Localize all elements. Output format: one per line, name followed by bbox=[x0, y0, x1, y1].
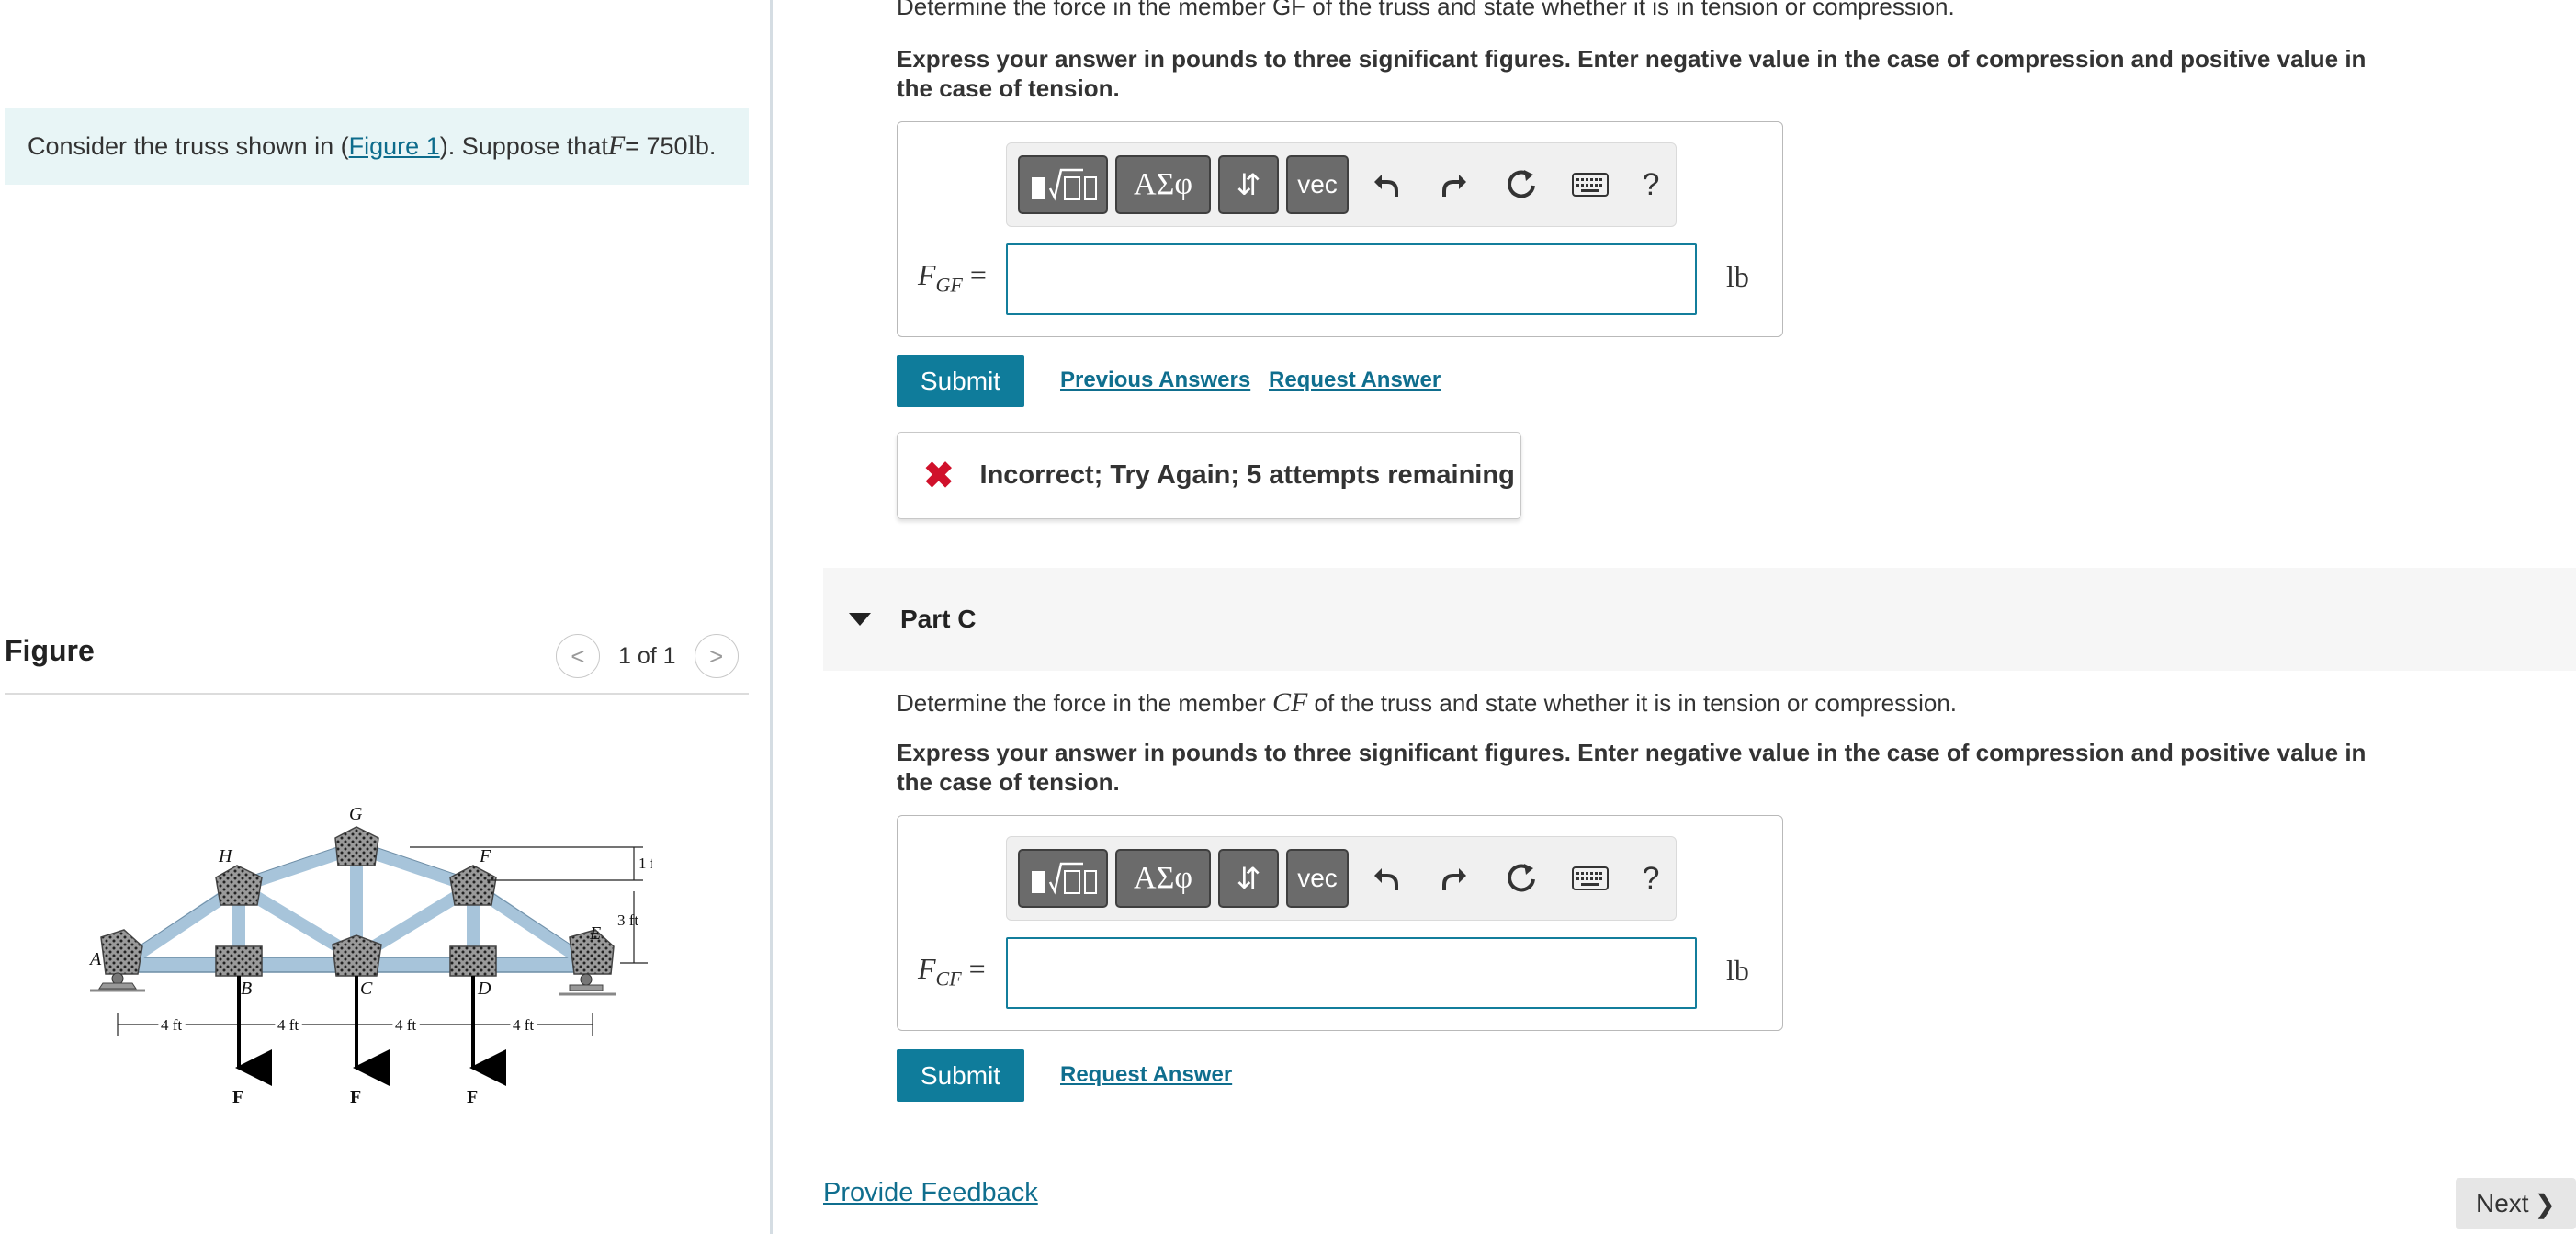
intro-end: . bbox=[708, 131, 717, 160]
chevron-right-icon: > bbox=[708, 641, 724, 670]
node-label-a: A bbox=[88, 949, 102, 969]
figure-title: Figure bbox=[5, 634, 95, 667]
undo-button[interactable] bbox=[1356, 155, 1417, 214]
dim-label-3ft: 3 ft bbox=[617, 911, 638, 929]
undo-icon bbox=[1374, 868, 1398, 890]
keyboard-icon bbox=[1572, 173, 1609, 197]
error-x-icon: ✖ bbox=[923, 455, 955, 496]
part-c-question: Determine the force in the member CF of … bbox=[897, 687, 1957, 718]
part-c-field-label: FCF = bbox=[918, 952, 986, 991]
intro-unit: lb bbox=[687, 130, 709, 161]
greek-symbols-button[interactable]: ΑΣφ bbox=[1115, 155, 1211, 214]
templates-icon bbox=[1032, 862, 1097, 895]
undo-icon bbox=[1374, 175, 1398, 197]
arrows-button[interactable]: ⇵ bbox=[1218, 155, 1279, 214]
feedback-message: Incorrect; Try Again; 5 attempts remaini… bbox=[979, 460, 1515, 490]
greek-symbols-button[interactable]: ΑΣφ bbox=[1115, 849, 1211, 908]
chevron-right-icon: ❯ bbox=[2534, 1189, 2557, 1218]
load-label-1: F bbox=[232, 1087, 243, 1107]
load-label-2: F bbox=[350, 1087, 361, 1107]
part-b-answer-input[interactable] bbox=[1006, 243, 1697, 315]
templates-button[interactable] bbox=[1018, 155, 1108, 214]
part-c-answer-input[interactable] bbox=[1006, 937, 1697, 1009]
intro-text-middle: ). Suppose that bbox=[439, 131, 608, 160]
reset-icon bbox=[1508, 864, 1535, 892]
vector-button[interactable]: vec bbox=[1286, 849, 1349, 908]
roller-support bbox=[559, 973, 616, 996]
part-b-math-toolbar: ΑΣφ ⇵ vec ? bbox=[1006, 142, 1677, 227]
provide-feedback-link[interactable]: Provide Feedback bbox=[823, 1178, 1038, 1208]
figure-pager: < 1 of 1 > bbox=[556, 634, 739, 678]
reset-icon bbox=[1508, 170, 1535, 198]
keyboard-button[interactable] bbox=[1560, 849, 1621, 908]
part-c-instructions: Express your answer in pounds to three s… bbox=[897, 739, 2367, 796]
intro-variable: F bbox=[607, 130, 626, 161]
dim-label-4ft-2: 4 ft bbox=[277, 1016, 299, 1034]
dim-label-4ft-3: 4 ft bbox=[395, 1016, 416, 1034]
part-c-header[interactable]: Part C bbox=[823, 568, 2576, 671]
incorrect-feedback: ✖ Incorrect; Try Again; 5 attempts remai… bbox=[897, 432, 1521, 519]
pin-support bbox=[90, 972, 145, 992]
intro-equals: = 750 bbox=[625, 131, 688, 160]
part-b-unit: lb bbox=[1726, 260, 1749, 293]
undo-button[interactable] bbox=[1356, 849, 1417, 908]
part-b-submit-button[interactable]: Submit bbox=[897, 355, 1024, 407]
next-label: Next bbox=[2475, 1189, 2529, 1217]
reset-button[interactable] bbox=[1492, 849, 1553, 908]
part-b-answer-box: ΑΣφ ⇵ vec ? FGF = lb bbox=[897, 121, 1783, 337]
redo-button[interactable] bbox=[1424, 849, 1485, 908]
templates-button[interactable] bbox=[1018, 849, 1108, 908]
part-c-request-answer-link[interactable]: Request Answer bbox=[1060, 1062, 1232, 1088]
node-label-h: H bbox=[218, 846, 233, 866]
truss-figure: G H F A E B C D 1 ft 3 ft 4 ft bbox=[88, 804, 652, 1107]
part-c-submit-button[interactable]: Submit bbox=[897, 1049, 1024, 1102]
part-b-field-label: FGF = bbox=[918, 258, 987, 297]
vector-button[interactable]: vec bbox=[1286, 155, 1349, 214]
intro-text: Consider the truss shown in ( bbox=[28, 131, 349, 160]
part-b-instructions: Express your answer in pounds to three s… bbox=[897, 45, 2367, 102]
question-panel: Determine the force in the member GF of … bbox=[773, 0, 2576, 1234]
load-label-3: F bbox=[467, 1087, 478, 1107]
redo-icon bbox=[1442, 175, 1466, 197]
problem-panel: Consider the truss shown in (Figure 1). … bbox=[0, 0, 772, 1234]
figure-divider bbox=[5, 693, 749, 695]
dim-label-4ft-4: 4 ft bbox=[513, 1016, 534, 1034]
problem-statement: Consider the truss shown in (Figure 1). … bbox=[5, 108, 749, 185]
figure-next-button[interactable]: > bbox=[694, 634, 739, 678]
previous-answers-link[interactable]: Previous Answers bbox=[1060, 368, 1250, 393]
keyboard-icon bbox=[1572, 866, 1609, 890]
node-label-g: G bbox=[349, 804, 363, 824]
part-b-question: Determine the force in the member GF of … bbox=[897, 0, 1955, 20]
redo-icon bbox=[1442, 868, 1466, 890]
part-c-math-toolbar: ΑΣφ ⇵ vec ? bbox=[1006, 836, 1677, 921]
chevron-left-icon: < bbox=[571, 641, 585, 670]
help-button[interactable]: ? bbox=[1628, 861, 1674, 897]
keyboard-button[interactable] bbox=[1560, 155, 1621, 214]
part-c-title: Part C bbox=[900, 605, 977, 633]
redo-button[interactable] bbox=[1424, 155, 1485, 214]
member-variable: CF bbox=[1271, 687, 1308, 718]
part-c-answer-box: ΑΣφ ⇵ vec ? FCF = lb bbox=[897, 815, 1783, 1031]
figure-link[interactable]: Figure 1 bbox=[349, 132, 440, 161]
load-arrows bbox=[235, 976, 506, 1086]
templates-icon bbox=[1032, 168, 1097, 201]
next-button[interactable]: Next ❯ bbox=[2456, 1178, 2576, 1229]
part-b-request-answer-link[interactable]: Request Answer bbox=[1269, 368, 1441, 393]
caret-down-icon bbox=[849, 613, 871, 626]
node-label-d: D bbox=[477, 979, 491, 999]
dim-label-4ft-1: 4 ft bbox=[161, 1016, 182, 1034]
figure-prev-button[interactable]: < bbox=[556, 634, 600, 678]
node-label-f: F bbox=[479, 846, 491, 866]
help-button[interactable]: ? bbox=[1628, 167, 1674, 203]
node-label-e: E bbox=[589, 923, 601, 944]
reset-button[interactable] bbox=[1492, 155, 1553, 214]
dim-label-1ft: 1 ft bbox=[638, 855, 652, 872]
figure-counter: 1 of 1 bbox=[618, 642, 676, 669]
node-label-b: B bbox=[241, 979, 252, 999]
part-c-unit: lb bbox=[1726, 954, 1749, 987]
node-label-c: C bbox=[360, 979, 373, 999]
arrows-button[interactable]: ⇵ bbox=[1218, 849, 1279, 908]
